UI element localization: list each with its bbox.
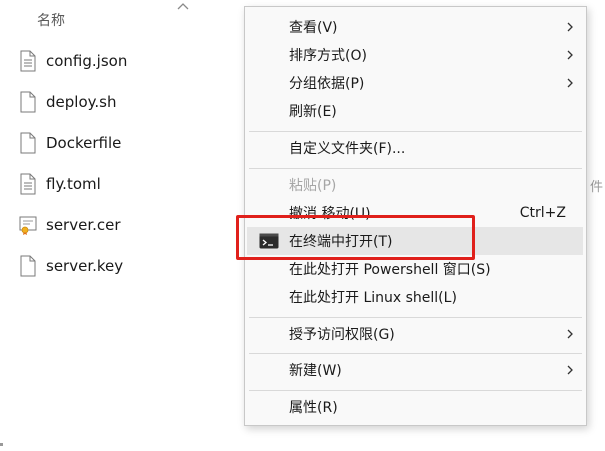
file-name: Dockerfile xyxy=(46,134,122,152)
file-item-config-json[interactable]: config.json xyxy=(18,43,238,79)
text-file-icon xyxy=(20,50,36,72)
menu-item-label: 新建(W) xyxy=(289,363,342,379)
chevron-right-icon xyxy=(567,22,573,32)
menu-item-label: 查看(V) xyxy=(289,20,338,36)
menu-item-label: 在此处打开 Linux shell(L) xyxy=(289,290,457,306)
file-name: config.json xyxy=(46,52,128,70)
menu-item-label: 自定义文件夹(F)... xyxy=(289,141,406,157)
certificate-icon xyxy=(19,216,37,235)
menu-item-customize-folder[interactable]: 自定义文件夹(F)... xyxy=(245,134,586,162)
menu-item-label: 在此处打开 Powershell 窗口(S) xyxy=(289,262,491,278)
menu-separator xyxy=(249,390,582,391)
annotation-highlight-box xyxy=(236,215,475,260)
menu-item-open-linux-shell[interactable]: 在此处打开 Linux shell(L) xyxy=(245,283,586,311)
file-name: fly.toml xyxy=(46,175,101,193)
file-name: server.cer xyxy=(46,216,121,234)
menu-item-label: 排序方式(O) xyxy=(289,48,367,64)
chevron-right-icon xyxy=(567,50,573,60)
menu-item-view[interactable]: 查看(V) xyxy=(245,13,586,41)
menu-item-new[interactable]: 新建(W) xyxy=(245,356,586,384)
menu-item-paste: 粘贴(P) xyxy=(245,171,586,199)
menu-item-label: 粘贴(P) xyxy=(289,178,337,194)
chevron-right-icon xyxy=(567,329,573,339)
blank-file-icon xyxy=(20,91,36,113)
menu-separator xyxy=(249,353,582,354)
file-item-server-cer[interactable]: server.cer xyxy=(18,207,238,243)
file-item-deploy-sh[interactable]: deploy.sh xyxy=(18,84,238,120)
menu-item-label: 刷新(E) xyxy=(289,104,337,120)
menu-separator xyxy=(249,168,582,169)
menu-separator xyxy=(249,317,582,318)
text-file-icon xyxy=(20,173,36,195)
menu-item-label: 授予访问权限(G) xyxy=(289,327,395,343)
menu-item-shortcut: Ctrl+Z xyxy=(519,205,566,221)
blank-file-icon xyxy=(20,255,36,277)
file-item-dockerfile[interactable]: Dockerfile xyxy=(18,125,238,161)
menu-separator xyxy=(249,131,582,132)
file-item-server-key[interactable]: server.key xyxy=(18,248,238,284)
column-header-name[interactable]: 名称 xyxy=(37,10,65,30)
sort-ascending-icon[interactable] xyxy=(176,0,190,12)
menu-item-refresh[interactable]: 刷新(E) xyxy=(245,97,586,125)
corner-mark xyxy=(0,443,3,446)
chevron-right-icon xyxy=(567,78,573,88)
file-name: server.key xyxy=(46,257,124,275)
chevron-right-icon xyxy=(567,365,573,375)
blank-file-icon xyxy=(20,132,36,154)
file-name: deploy.sh xyxy=(46,93,117,111)
menu-item-properties[interactable]: 属性(R) xyxy=(245,393,586,421)
column-header-type-partial: 件 xyxy=(590,180,604,195)
menu-item-sort-by[interactable]: 排序方式(O) xyxy=(245,41,586,69)
menu-item-group-by[interactable]: 分组依据(P) xyxy=(245,69,586,97)
menu-item-label: 分组依据(P) xyxy=(289,76,365,92)
file-item-fly-toml[interactable]: fly.toml xyxy=(18,166,238,202)
menu-item-give-access[interactable]: 授予访问权限(G) xyxy=(245,320,586,348)
menu-item-label: 属性(R) xyxy=(289,400,338,416)
